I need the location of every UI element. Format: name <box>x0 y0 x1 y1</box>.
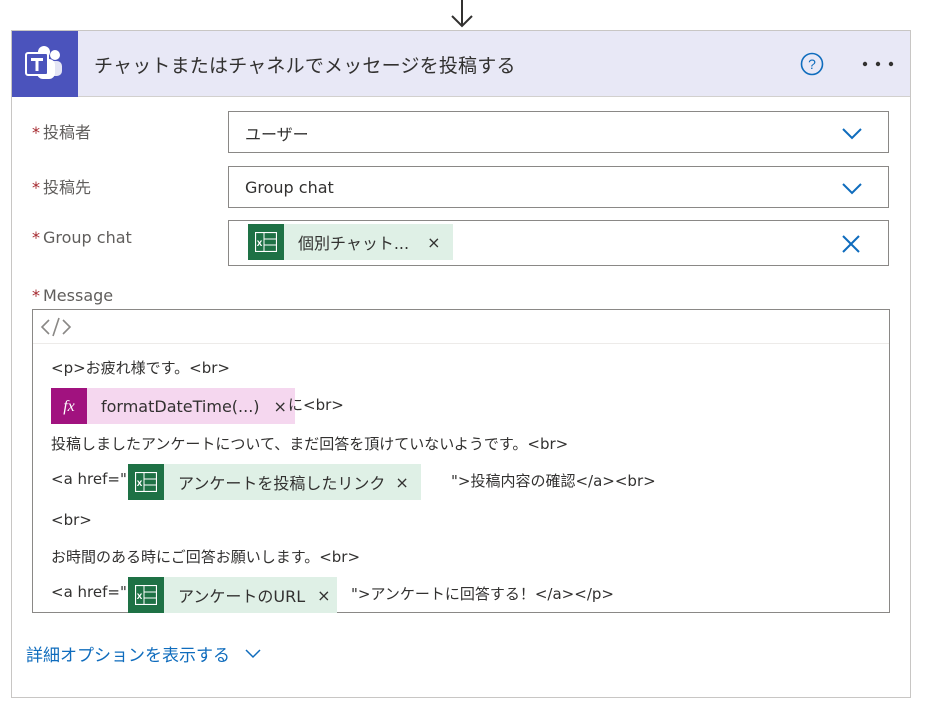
post-in-label-text: 投稿先 <box>43 178 92 197</box>
arrow-down-icon <box>451 0 473 28</box>
required-mark: * <box>32 123 40 142</box>
post-in-label: * 投稿先 <box>32 174 91 198</box>
excel-icon: x <box>248 224 284 260</box>
message-line-5: <br> <box>51 511 92 529</box>
teams-icon <box>12 31 78 97</box>
remove-token-icon[interactable]: × <box>317 586 330 605</box>
remove-token-icon[interactable]: × <box>395 473 408 492</box>
action-title: チャットまたはチャネルでメッセージを投稿する <box>94 55 516 77</box>
group-chat-token-label: 個別チャット... <box>298 234 410 253</box>
group-chat-token[interactable]: x 個別チャット... × <box>248 224 453 260</box>
expression-fx-icon: fx <box>51 388 87 424</box>
group-chat-label-text: Group chat <box>43 228 132 247</box>
message-line-4-prefix: <a href=" <box>51 470 127 488</box>
message-editor[interactable]: <p>お疲れ様です。<br> fx formatDateTime(...) × … <box>32 309 890 613</box>
svg-text:x: x <box>137 591 143 602</box>
format-datetime-token[interactable]: fx formatDateTime(...) × <box>51 388 295 424</box>
post-in-value: Group chat <box>245 178 334 197</box>
message-line-7-suffix: ">アンケートに回答する！</a></p> <box>351 585 614 603</box>
svg-text:x: x <box>137 478 143 489</box>
remove-token-icon[interactable]: × <box>427 233 440 252</box>
required-mark: * <box>32 178 40 197</box>
show-advanced-options-label: 詳細オプションを表示する <box>26 646 230 666</box>
post-as-dropdown[interactable]: ユーザー <box>228 111 889 153</box>
post-as-value: ユーザー <box>245 125 309 144</box>
excel-icon: x <box>128 577 164 613</box>
required-mark: * <box>32 286 40 305</box>
survey-url-token-label: アンケートのURL <box>178 587 306 606</box>
chevron-down-icon <box>245 648 261 658</box>
svg-text:fx: fx <box>63 398 75 415</box>
survey-link-token-label: アンケートを投稿したリンク <box>178 474 386 493</box>
post-as-label-text: 投稿者 <box>43 123 92 142</box>
survey-url-token[interactable]: x アンケートのURL × <box>128 577 337 613</box>
message-label: * Message <box>32 286 113 305</box>
code-view-icon[interactable] <box>39 315 73 339</box>
svg-text:x: x <box>257 238 263 249</box>
group-chat-label: * Group chat <box>32 228 132 247</box>
message-toolbar <box>33 310 889 344</box>
excel-icon: x <box>128 464 164 500</box>
group-chat-field[interactable]: x 個別チャット... × <box>228 220 889 266</box>
more-options-icon[interactable] <box>858 52 898 76</box>
action-header[interactable]: チャットまたはチャネルでメッセージを投稿する ? <box>12 31 910 97</box>
svg-text:?: ? <box>808 56 816 72</box>
clear-icon[interactable] <box>840 233 862 255</box>
survey-link-token[interactable]: x アンケートを投稿したリンク × <box>128 464 421 500</box>
required-mark: * <box>32 228 40 247</box>
post-in-dropdown[interactable]: Group chat <box>228 166 889 208</box>
message-line-2-suffix: に<br> <box>288 396 344 414</box>
message-line-7-prefix: <a href=" <box>51 583 127 601</box>
help-icon[interactable]: ? <box>800 52 824 76</box>
message-line-6: お時間のある時にご回答お願いします。<br> <box>51 548 361 566</box>
post-as-label: * 投稿者 <box>32 119 91 143</box>
chevron-down-icon[interactable] <box>840 121 864 145</box>
format-datetime-token-label: formatDateTime(...) <box>101 396 260 416</box>
chevron-down-icon[interactable] <box>840 176 864 200</box>
action-card: チャットまたはチャネルでメッセージを投稿する ? * 投稿者 ユーザー * 投稿先 … <box>11 30 911 698</box>
message-line-3: 投稿しましたアンケートについて、まだ回答を頂けていないようです。<br> <box>51 435 569 453</box>
message-line-4-suffix: ">投稿内容の確認</a><br> <box>451 472 656 490</box>
message-label-text: Message <box>43 286 114 305</box>
show-advanced-options-link[interactable]: 詳細オプションを表示する <box>26 641 262 666</box>
remove-token-icon[interactable]: × <box>274 397 287 416</box>
message-line-1: <p>お疲れ様です。<br> <box>51 359 230 377</box>
